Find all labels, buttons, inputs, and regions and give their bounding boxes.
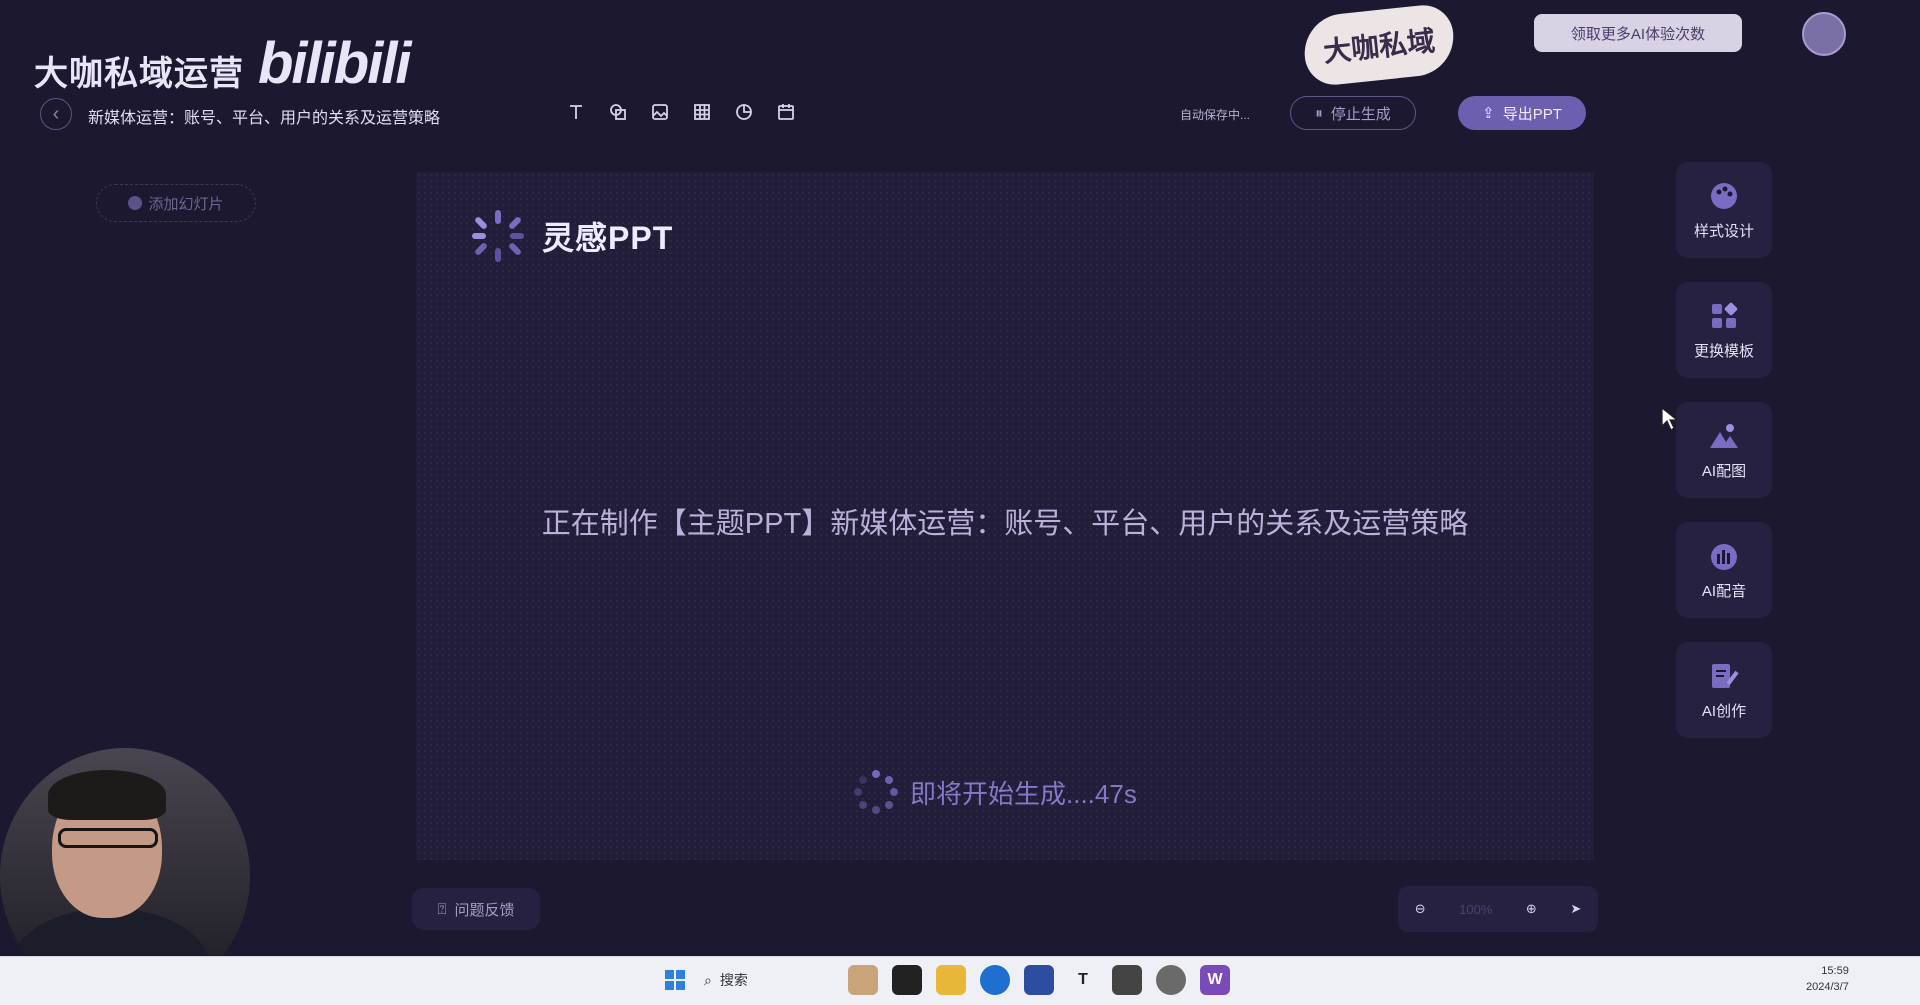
taskbar: ⌕ 搜索 T W 15:59 2024/3/7 [0,956,1920,1005]
app-window: 大咖私域运营 bilibili 大咖私域 领取更多AI体验次数 ‹ 新媒体运营：… [4,0,1916,956]
template-icon [1712,302,1738,328]
watermark-logo: bilibili [258,31,412,96]
brand-name: 灵感PPT [542,220,674,256]
export-icon: ⇪ [1482,105,1495,122]
feedback-label: 问题反馈 [454,901,515,919]
terminal-icon[interactable] [892,965,922,995]
side-tool-label: 更换模板 [1693,342,1754,360]
plus-icon [128,196,143,210]
text-icon[interactable] [564,100,588,124]
back-button[interactable]: ‹ [40,98,72,130]
side-tool-label: AI配图 [1701,462,1747,480]
taskbar-search[interactable]: ⌕ 搜索 [704,970,834,990]
ai-voice-button[interactable]: AI配音 [1676,522,1772,618]
folder-icon[interactable] [936,965,966,995]
pause-icon: ⏸ [1315,104,1323,122]
wps-icon[interactable]: W [1200,965,1230,995]
write-icon [1712,663,1739,688]
edge-icon[interactable] [980,965,1010,995]
calendar-icon[interactable] [774,100,798,124]
side-tool-label: 样式设计 [1693,222,1754,240]
shape-icon[interactable] [606,100,630,124]
watermark-title: 大咖私域运营 [34,55,244,93]
ai-image-button[interactable]: AI配图 [1676,402,1772,498]
store-icon[interactable] [1024,965,1054,995]
generation-title: 正在制作【主题PPT】新媒体运营：账号、平台、用户的关系及运营策略 [541,508,1469,540]
spinner-icon [854,770,898,814]
feedback-button[interactable]: ⍰ 问题反馈 [412,888,540,930]
windows-start-icon[interactable] [660,965,690,995]
stop-generate-button[interactable]: ⏸ 停止生成 [1290,96,1416,130]
voice-icon [1711,543,1737,570]
chart-icon[interactable] [732,100,756,124]
style-design-button[interactable]: 样式设计 [1676,162,1772,258]
change-template-button[interactable]: 更换模板 [1676,282,1772,378]
export-label: 导出PPT [1502,105,1562,123]
zoom-out-icon[interactable]: ⊖ [1415,901,1426,917]
obs-icon[interactable] [1156,965,1186,995]
stop-label: 停止生成 [1330,105,1391,123]
app-icon[interactable] [848,965,878,995]
loading-text: 即将开始生成....47s [910,778,1137,809]
add-slide-label: 添加幻灯片 [148,195,224,213]
clock-date: 2024/3/7 [1806,981,1849,993]
feedback-icon: ⍰ [437,900,447,918]
taskbar-icons: ⌕ 搜索 T W [660,965,1230,995]
brand: 灵感PPT [470,208,673,264]
typora-icon[interactable]: T [1068,965,1098,995]
user-avatar[interactable] [1802,12,1846,56]
export-ppt-button[interactable]: ⇪ 导出PPT [1458,96,1586,130]
loading-indicator: 即将开始生成....47s [854,770,1137,814]
zoom-level: 100% [1459,901,1493,917]
insert-toolbar [564,100,798,124]
side-tool-label: AI创作 [1701,702,1747,720]
notepad-icon[interactable] [1112,965,1142,995]
add-slide-button[interactable]: 添加幻灯片 [96,184,256,222]
search-icon: ⌕ [704,971,712,988]
pointer-tool-icon[interactable]: ➤ [1570,901,1581,917]
chevron-left-icon: ‹ [52,102,60,125]
zoom-controls: ⊖ 100% ⊕ ➤ [1398,886,1598,932]
system-clock[interactable]: 15:59 2024/3/7 [1806,963,1849,995]
search-label: 搜索 [719,972,748,988]
promo-button[interactable]: 领取更多AI体验次数 [1534,14,1742,52]
ai-create-button[interactable]: AI创作 [1676,642,1772,738]
brand-logo-icon [470,208,526,264]
table-icon[interactable] [690,100,714,124]
image-icon[interactable] [648,100,672,124]
zoom-in-icon[interactable]: ⊕ [1526,901,1537,917]
sticker: 大咖私域 [1300,2,1458,88]
palette-icon [1711,182,1737,209]
autosave-status: 自动保存中... [1180,108,1251,122]
document-title[interactable]: 新媒体运营：账号、平台、用户的关系及运营策略 [88,104,440,128]
clock-time: 15:59 [1821,965,1849,977]
picture-icon [1710,423,1738,448]
side-tool-label: AI配音 [1701,582,1747,600]
